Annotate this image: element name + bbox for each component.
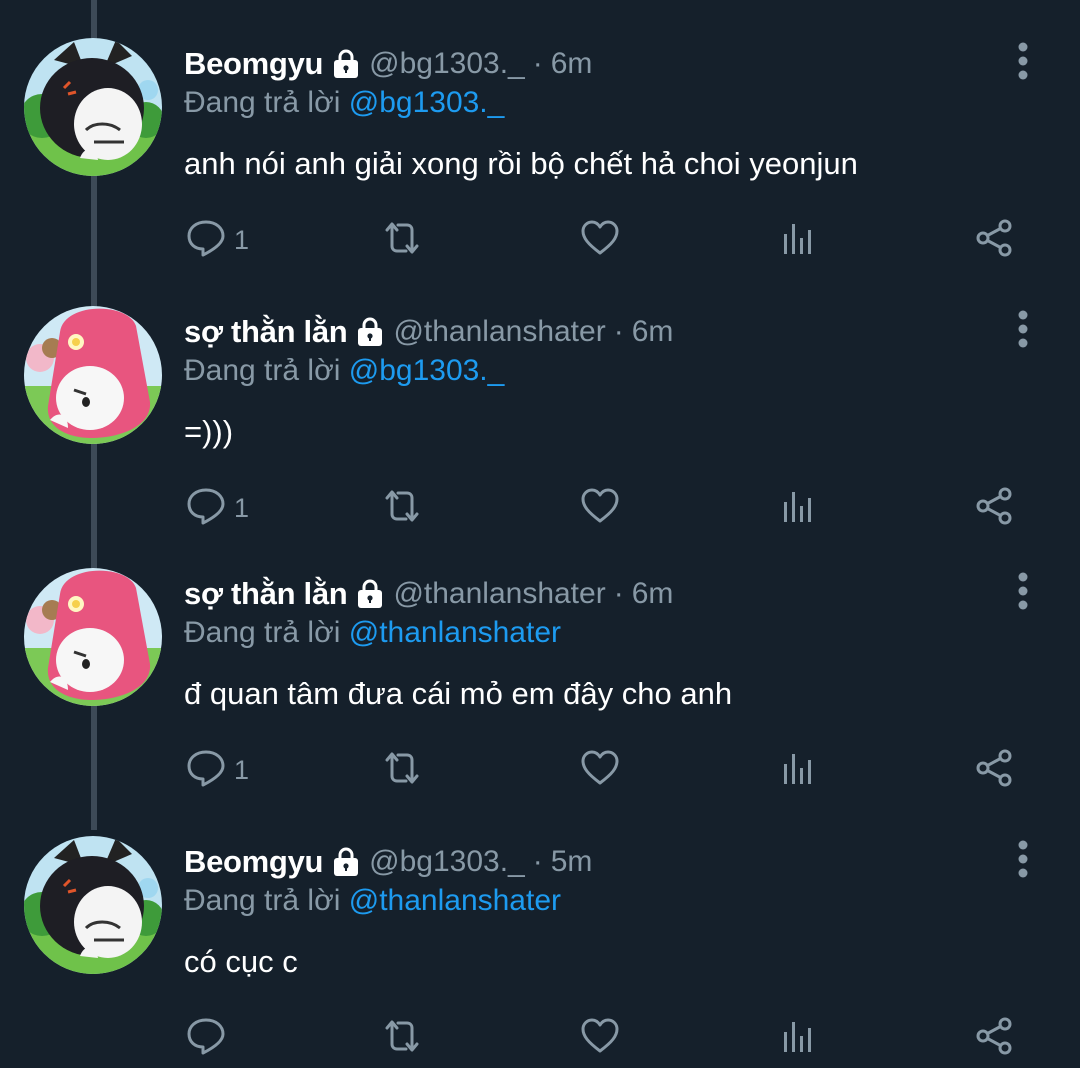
like-button[interactable] bbox=[580, 1016, 620, 1060]
avatar-kuromi[interactable] bbox=[24, 836, 162, 974]
share-icon bbox=[974, 1016, 1014, 1061]
replying-to-label: Đang trả lời bbox=[184, 884, 349, 917]
reply-button[interactable]: 1 bbox=[186, 748, 249, 792]
heart-icon bbox=[580, 748, 620, 793]
replying-to-label: Đang trả lời bbox=[184, 354, 349, 387]
more-vertical-icon[interactable] bbox=[1008, 40, 1038, 84]
lock-icon bbox=[357, 317, 383, 347]
more-vertical-icon[interactable] bbox=[1008, 570, 1038, 614]
like-button[interactable] bbox=[580, 486, 620, 530]
reply-mention-link[interactable]: @thanlanshater bbox=[349, 616, 561, 649]
action-bar: 1 bbox=[186, 486, 1046, 530]
analytics-icon bbox=[778, 486, 818, 531]
reply-icon bbox=[186, 1016, 226, 1061]
reply-button[interactable] bbox=[186, 1016, 234, 1060]
reply-button[interactable]: 1 bbox=[186, 486, 249, 530]
analytics-button[interactable] bbox=[778, 486, 818, 530]
more-vertical-icon[interactable] bbox=[1008, 838, 1038, 882]
analytics-icon bbox=[778, 218, 818, 263]
replying-to: Đang trả lời @bg1303._ bbox=[184, 354, 504, 388]
heart-icon bbox=[580, 486, 620, 531]
avatar-kuromi[interactable] bbox=[24, 38, 162, 176]
tweet-text: có cục c bbox=[184, 944, 298, 979]
replying-to: Đang trả lời @thanlanshater bbox=[184, 616, 561, 650]
retweet-icon bbox=[382, 218, 422, 263]
separator-dot: · bbox=[532, 47, 543, 80]
user-handle[interactable]: @thanlanshater bbox=[393, 577, 605, 611]
timestamp[interactable]: 6m bbox=[632, 577, 674, 611]
retweet-button[interactable] bbox=[382, 218, 422, 262]
user-handle[interactable]: @thanlanshater bbox=[393, 315, 605, 349]
more-vertical-icon[interactable] bbox=[1008, 308, 1038, 352]
retweet-button[interactable] bbox=[382, 486, 422, 530]
avatar-my-melody[interactable] bbox=[24, 568, 162, 706]
reply-mention-link[interactable]: @bg1303._ bbox=[349, 354, 505, 387]
replying-to-label: Đang trả lời bbox=[184, 616, 349, 649]
tweet-header: sợ thằn lằn @thanlanshater · 6m bbox=[184, 572, 673, 616]
reply-icon bbox=[186, 218, 226, 263]
share-icon bbox=[974, 486, 1014, 531]
display-name[interactable]: sợ thằn lằn bbox=[184, 314, 348, 350]
tweet-1[interactable]: Beomgyu @bg1303._ · 6m Đang trả lời @bg1… bbox=[0, 0, 1080, 268]
action-bar: 1 bbox=[186, 748, 1046, 792]
share-icon bbox=[974, 748, 1014, 793]
lock-icon bbox=[357, 579, 383, 609]
action-bar bbox=[186, 1016, 1046, 1060]
display-name[interactable]: Beomgyu bbox=[184, 46, 323, 82]
replying-to: Đang trả lời @bg1303._ bbox=[184, 86, 504, 120]
analytics-icon bbox=[778, 1016, 818, 1061]
tweet-4[interactable]: Beomgyu @bg1303._ · 5m Đang trả lời @tha… bbox=[0, 798, 1080, 1066]
share-button[interactable] bbox=[974, 486, 1014, 530]
tweet-text: đ quan tâm đưa cái mỏ em đây cho anh bbox=[184, 676, 733, 711]
reply-count: 1 bbox=[234, 224, 250, 255]
heart-icon bbox=[580, 1016, 620, 1061]
display-name[interactable]: Beomgyu bbox=[184, 844, 323, 880]
share-button[interactable] bbox=[974, 1016, 1014, 1060]
analytics-button[interactable] bbox=[778, 748, 818, 792]
reply-mention-link[interactable]: @bg1303._ bbox=[349, 86, 505, 119]
analytics-icon bbox=[778, 748, 818, 793]
share-button[interactable] bbox=[974, 748, 1014, 792]
separator-dot: · bbox=[613, 577, 624, 610]
reply-count: 1 bbox=[234, 492, 250, 523]
replying-to: Đang trả lời @thanlanshater bbox=[184, 884, 561, 918]
reply-button[interactable]: 1 bbox=[186, 218, 249, 262]
tweet-header: Beomgyu @bg1303._ · 6m bbox=[184, 42, 592, 86]
heart-icon bbox=[580, 218, 620, 263]
like-button[interactable] bbox=[580, 748, 620, 792]
user-handle[interactable]: @bg1303._ bbox=[369, 47, 525, 81]
action-bar: 1 bbox=[186, 218, 1046, 262]
share-button[interactable] bbox=[974, 218, 1014, 262]
analytics-button[interactable] bbox=[778, 218, 818, 262]
reply-count: 1 bbox=[234, 754, 250, 785]
reply-icon bbox=[186, 486, 226, 531]
display-name[interactable]: sợ thằn lằn bbox=[184, 576, 348, 612]
reply-icon bbox=[186, 748, 226, 793]
user-handle[interactable]: @bg1303._ bbox=[369, 845, 525, 879]
lock-icon bbox=[333, 847, 359, 877]
tweet-3[interactable]: sợ thằn lằn @thanlanshater · 6m Đang trả… bbox=[0, 530, 1080, 798]
timestamp[interactable]: 6m bbox=[551, 47, 593, 81]
separator-dot: · bbox=[613, 315, 624, 348]
analytics-button[interactable] bbox=[778, 1016, 818, 1060]
retweet-icon bbox=[382, 486, 422, 531]
like-button[interactable] bbox=[580, 218, 620, 262]
retweet-icon bbox=[382, 1016, 422, 1061]
timestamp[interactable]: 6m bbox=[632, 315, 674, 349]
timestamp[interactable]: 5m bbox=[551, 845, 593, 879]
replying-to-label: Đang trả lời bbox=[184, 86, 349, 119]
share-icon bbox=[974, 218, 1014, 263]
lock-icon bbox=[333, 49, 359, 79]
tweet-header: Beomgyu @bg1303._ · 5m bbox=[184, 840, 592, 884]
tweet-header: sợ thằn lằn @thanlanshater · 6m bbox=[184, 310, 673, 354]
reply-mention-link[interactable]: @thanlanshater bbox=[349, 884, 561, 917]
retweet-icon bbox=[382, 748, 422, 793]
tweet-text: anh nói anh giải xong rồi bộ chết hả cho… bbox=[184, 146, 858, 181]
avatar-my-melody[interactable] bbox=[24, 306, 162, 444]
tweet-2[interactable]: sợ thằn lằn @thanlanshater · 6m Đang trả… bbox=[0, 268, 1080, 536]
retweet-button[interactable] bbox=[382, 1016, 422, 1060]
retweet-button[interactable] bbox=[382, 748, 422, 792]
separator-dot: · bbox=[532, 845, 543, 878]
tweet-text: =))) bbox=[184, 414, 234, 449]
